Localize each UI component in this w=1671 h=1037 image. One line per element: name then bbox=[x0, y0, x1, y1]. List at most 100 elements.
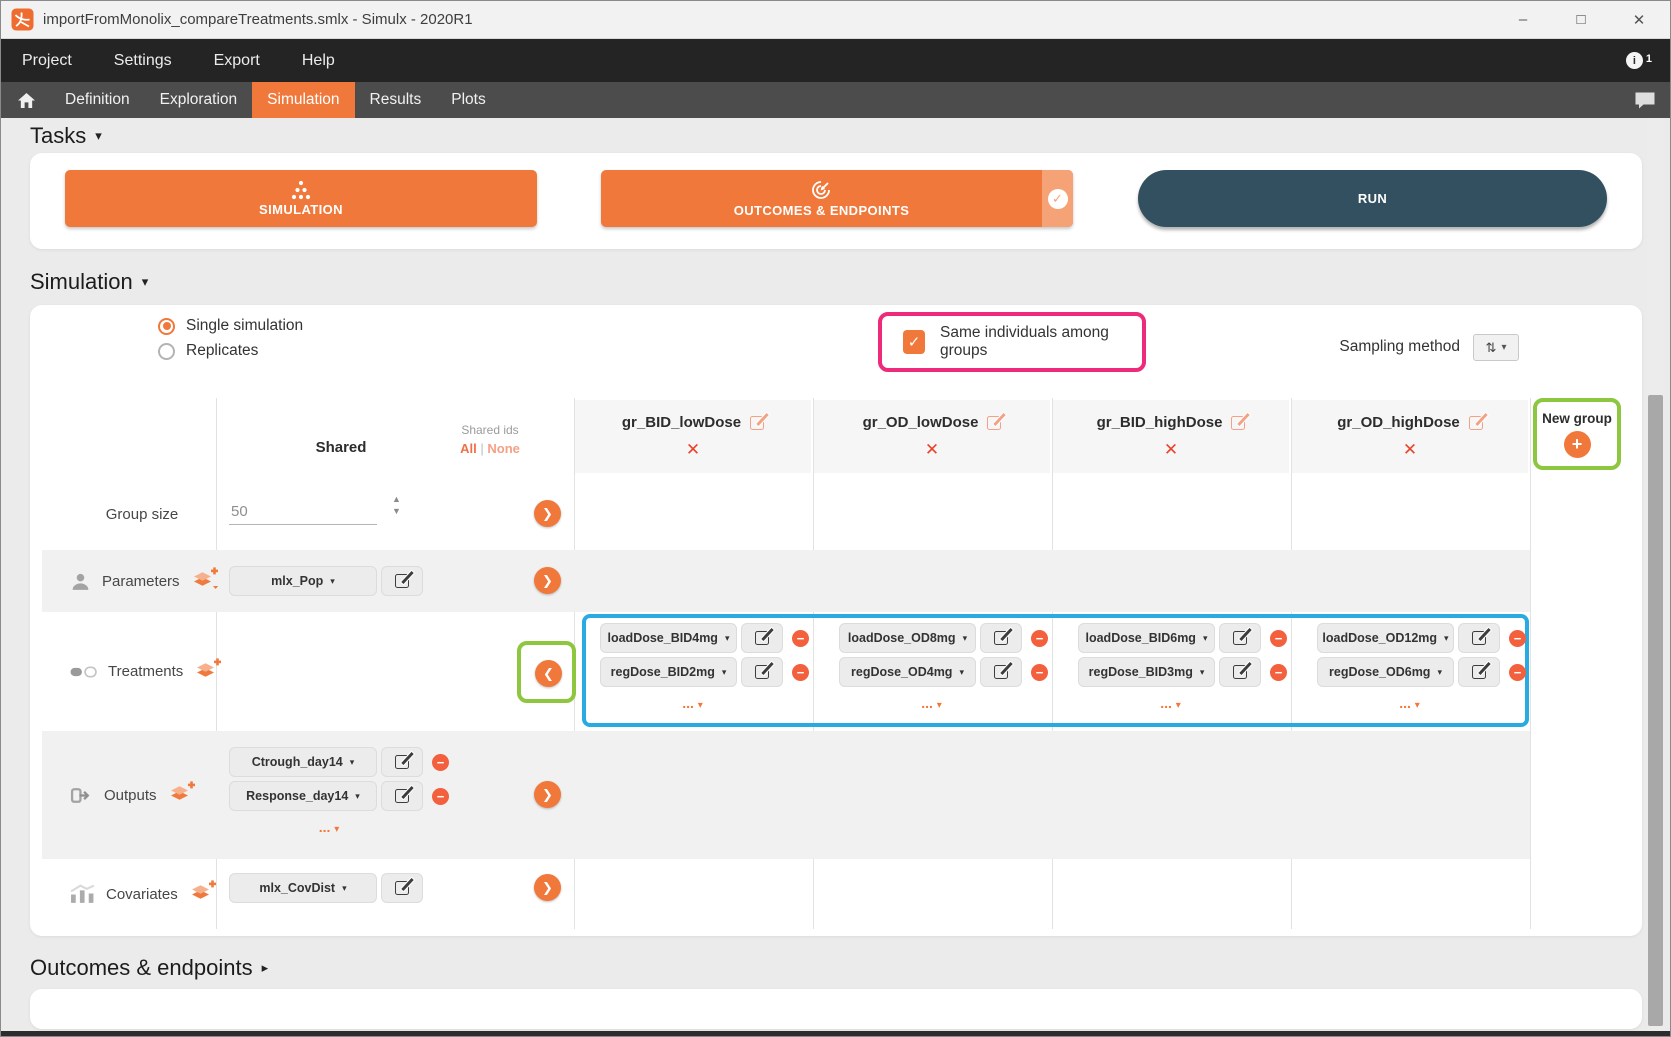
apply-group-size-button[interactable]: ❯ bbox=[534, 500, 561, 527]
apply-covariates-button[interactable]: ❯ bbox=[534, 874, 561, 901]
tab-simulation[interactable]: Simulation bbox=[252, 82, 354, 118]
treatment-select[interactable]: regDose_BID2mg▾ bbox=[600, 657, 737, 687]
menu-project[interactable]: Project bbox=[22, 52, 72, 70]
remove-treatment-button[interactable]: − bbox=[1270, 630, 1287, 647]
tab-exploration[interactable]: Exploration bbox=[145, 82, 253, 118]
outcomes-panel bbox=[30, 989, 1642, 1029]
menu-settings[interactable]: Settings bbox=[114, 52, 172, 70]
edit-covariates-button[interactable] bbox=[381, 873, 423, 903]
caret-down-icon: ▾ bbox=[142, 274, 149, 290]
edit-output-button[interactable] bbox=[381, 781, 423, 811]
remove-group-button[interactable]: ✕ bbox=[1403, 440, 1417, 460]
close-button[interactable]: ✕ bbox=[1630, 11, 1648, 29]
apply-outputs-button[interactable]: ❯ bbox=[534, 781, 561, 808]
edit-group-icon[interactable] bbox=[987, 416, 1001, 430]
more-treatments-button[interactable]: ... ▾ bbox=[1317, 695, 1502, 711]
minimize-button[interactable]: – bbox=[1514, 11, 1532, 28]
edit-treatment-button[interactable] bbox=[980, 623, 1022, 653]
remove-treatment-button[interactable]: − bbox=[1509, 664, 1526, 681]
radio-replicates[interactable]: Replicates bbox=[158, 342, 258, 360]
output-select[interactable]: Ctrough_day14▾ bbox=[229, 747, 377, 777]
notifications[interactable]: i 1 bbox=[1626, 52, 1670, 69]
tab-plots[interactable]: Plots bbox=[436, 82, 500, 118]
run-button[interactable]: RUN bbox=[1138, 170, 1607, 227]
move-treatments-to-shared-button[interactable]: ❮ bbox=[535, 660, 562, 687]
edit-group-icon[interactable] bbox=[750, 416, 764, 430]
treatment-select[interactable]: loadDose_BID6mg▾ bbox=[1078, 623, 1215, 653]
treatment-select[interactable]: loadDose_OD8mg▾ bbox=[839, 623, 976, 653]
treatment-select[interactable]: loadDose_OD12mg▾ bbox=[1317, 623, 1454, 653]
edit-treatment-button[interactable] bbox=[741, 623, 783, 653]
edit-treatment-button[interactable] bbox=[980, 657, 1022, 687]
spin-down-icon[interactable]: ▼ bbox=[392, 507, 401, 516]
simulation-task-button[interactable]: SIMULATION bbox=[65, 170, 537, 227]
tab-home[interactable] bbox=[1, 82, 50, 118]
outcomes-task-button[interactable]: OUTCOMES & ENDPOINTS ✓ bbox=[601, 170, 1073, 227]
outcomes-task-label: OUTCOMES & ENDPOINTS bbox=[734, 203, 910, 218]
run-label: RUN bbox=[1358, 191, 1387, 206]
treatment-select[interactable]: regDose_OD4mg▾ bbox=[839, 657, 976, 687]
add-group-button[interactable]: + bbox=[1564, 431, 1591, 458]
remove-output-button[interactable]: − bbox=[432, 754, 449, 771]
more-treatments-button[interactable]: ... ▾ bbox=[600, 695, 785, 711]
simulation-section-header[interactable]: Simulation ▾ bbox=[30, 269, 148, 295]
parameters-select[interactable]: mlx_Pop ▾ bbox=[229, 566, 377, 596]
remove-group-button[interactable]: ✕ bbox=[1164, 440, 1178, 460]
edit-treatment-button[interactable] bbox=[1458, 623, 1500, 653]
shared-ids-all-link[interactable]: All bbox=[460, 441, 477, 456]
group-name: gr_BID_highDose bbox=[1097, 414, 1223, 431]
more-treatments-button[interactable]: ... ▾ bbox=[839, 695, 1024, 711]
remove-group-button[interactable]: ✕ bbox=[925, 440, 939, 460]
menu-export[interactable]: Export bbox=[214, 52, 260, 70]
tab-results[interactable]: Results bbox=[355, 82, 437, 118]
edit-treatment-button[interactable] bbox=[741, 657, 783, 687]
tasks-section-header[interactable]: Tasks ▾ bbox=[30, 123, 102, 149]
treatment-select[interactable]: loadDose_BID4mg▾ bbox=[600, 623, 737, 653]
remove-treatment-button[interactable]: − bbox=[1031, 664, 1048, 681]
remove-treatment-button[interactable]: − bbox=[1031, 630, 1048, 647]
add-covariates-icon[interactable] bbox=[189, 880, 216, 908]
remove-output-button[interactable]: − bbox=[432, 788, 449, 805]
add-treatments-icon[interactable] bbox=[194, 658, 221, 686]
treatment-select[interactable]: regDose_BID3mg▾ bbox=[1078, 657, 1215, 687]
info-icon[interactable]: i bbox=[1626, 52, 1643, 69]
scrollbar-thumb[interactable] bbox=[1648, 395, 1663, 1026]
group-header-cell: gr_BID_lowDose ✕ bbox=[575, 400, 811, 473]
remove-treatment-button[interactable]: − bbox=[1509, 630, 1526, 647]
edit-treatment-button[interactable] bbox=[1219, 657, 1261, 687]
remove-group-button[interactable]: ✕ bbox=[686, 440, 700, 460]
maximize-button[interactable]: □ bbox=[1572, 11, 1590, 28]
group-size-input[interactable] bbox=[229, 501, 377, 525]
outcomes-done-badge: ✓ bbox=[1042, 170, 1073, 227]
remove-treatment-button[interactable]: − bbox=[792, 664, 809, 681]
more-outputs-button[interactable]: ... ▾ bbox=[229, 819, 429, 835]
edit-group-icon[interactable] bbox=[1469, 416, 1483, 430]
spin-up-icon[interactable]: ▲ bbox=[392, 495, 401, 504]
edit-output-button[interactable] bbox=[381, 747, 423, 777]
apply-parameters-button[interactable]: ❯ bbox=[534, 567, 561, 594]
edit-treatment-button[interactable] bbox=[1458, 657, 1500, 687]
tab-definition[interactable]: Definition bbox=[50, 82, 145, 118]
edit-treatment-button[interactable] bbox=[1219, 623, 1261, 653]
shared-ids-none-link[interactable]: None bbox=[487, 441, 520, 456]
same-individuals-checkbox[interactable]: ✓ bbox=[903, 330, 925, 354]
covariates-select[interactable]: mlx_CovDist▾ bbox=[229, 873, 377, 903]
sampling-method-dropdown[interactable]: ⇅ ▾ bbox=[1473, 334, 1519, 361]
edit-parameters-button[interactable] bbox=[381, 566, 423, 596]
more-treatments-button[interactable]: ... ▾ bbox=[1078, 695, 1263, 711]
add-outputs-icon[interactable] bbox=[168, 781, 195, 809]
radio-single-simulation[interactable]: Single simulation bbox=[158, 317, 303, 335]
scrollbar[interactable] bbox=[1647, 118, 1664, 1031]
remove-treatment-button[interactable]: − bbox=[792, 630, 809, 647]
edit-icon bbox=[395, 881, 409, 895]
treatment-select[interactable]: regDose_OD6mg▾ bbox=[1317, 657, 1454, 687]
output-select[interactable]: Response_day14▾ bbox=[229, 781, 377, 811]
group-name: gr_OD_lowDose bbox=[863, 414, 979, 431]
edit-group-icon[interactable] bbox=[1231, 416, 1245, 430]
menu-help[interactable]: Help bbox=[302, 52, 335, 70]
add-parameters-icon[interactable] bbox=[191, 567, 218, 595]
group-size-label: Group size bbox=[56, 481, 228, 547]
remove-treatment-button[interactable]: − bbox=[1270, 664, 1287, 681]
feedback-button[interactable] bbox=[1634, 82, 1670, 118]
outcomes-section-header[interactable]: Outcomes & endpoints ▸ bbox=[30, 955, 268, 981]
